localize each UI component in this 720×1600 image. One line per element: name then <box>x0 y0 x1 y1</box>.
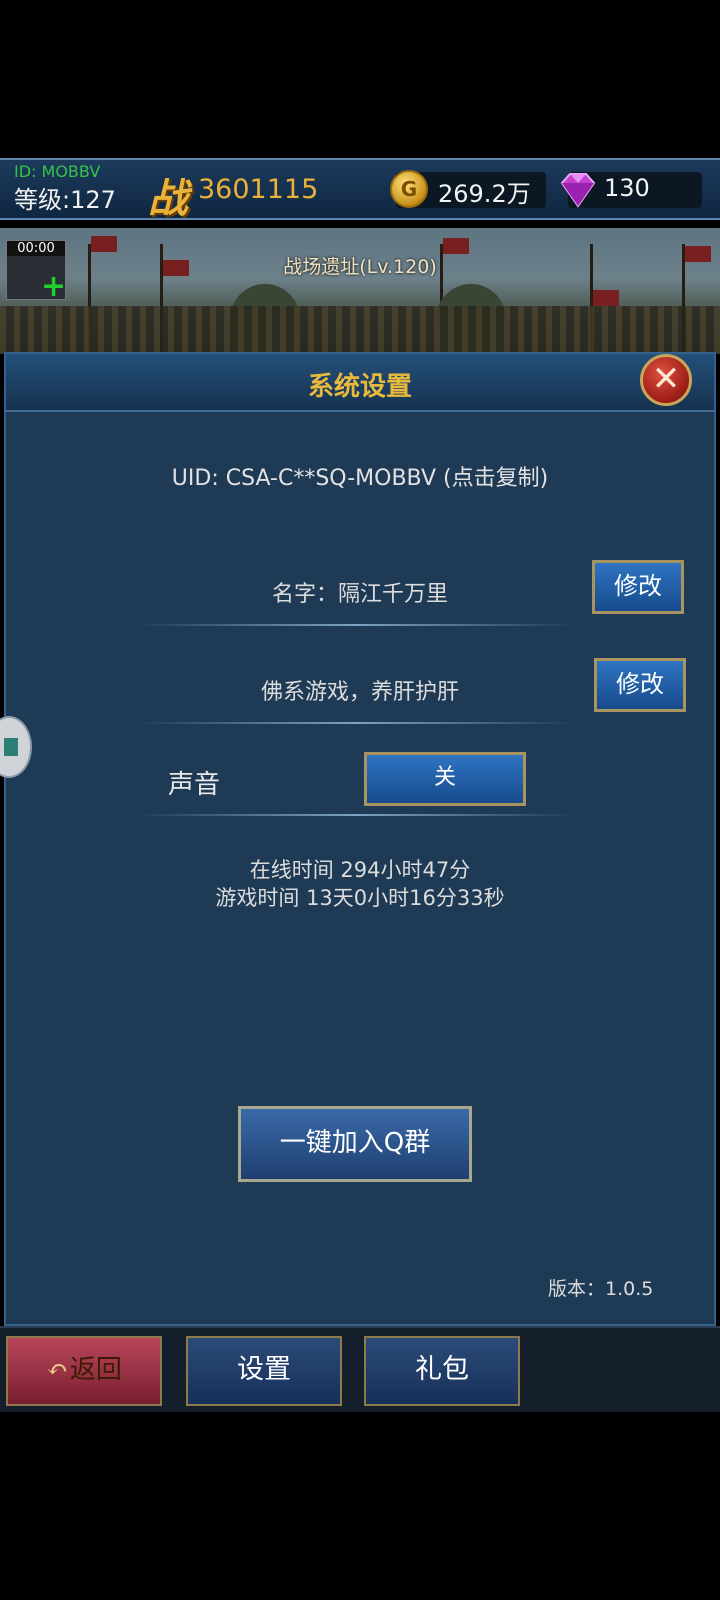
player-level: 等级:127 <box>14 186 116 214</box>
top-status-bar: ID: MOBBV 等级:127 战 3601115 G 269.2万 130 <box>0 158 720 222</box>
divider <box>136 624 576 626</box>
join-qq-group-button[interactable]: 一键加入Q群 <box>238 1106 472 1182</box>
gold-value: 269.2万 <box>438 180 531 208</box>
gift-button[interactable]: 礼包 <box>364 1336 520 1406</box>
back-arrow-icon: ↶ <box>46 1355 68 1385</box>
gem-value: 130 <box>604 174 650 202</box>
online-time: 在线时间 294小时47分 <box>249 858 471 882</box>
game-time: 游戏时间 13天0小时16分33秒 <box>215 886 505 910</box>
divider <box>136 722 576 724</box>
bottom-nav-bar: ↶返回 设置 礼包 <box>0 1326 720 1412</box>
back-button[interactable]: ↶返回 <box>6 1336 162 1406</box>
battlefield-scene: 00:00 + 战场遗址(Lv.120) <box>0 228 720 354</box>
back-label: 返回 <box>69 1355 122 1385</box>
dialog-title: 系统设置 <box>307 372 412 402</box>
diamond-icon <box>560 173 596 208</box>
player-id: ID: MOBBV <box>14 162 101 181</box>
scene-dim-overlay <box>0 228 720 354</box>
gold-coin-icon: G <box>390 170 428 208</box>
divider <box>136 814 576 816</box>
edit-name-button[interactable]: 修改 <box>592 560 684 614</box>
close-button[interactable]: ✕ <box>640 354 692 406</box>
power-value: 3601115 <box>198 174 319 205</box>
version-text: 版本：1.0.5 <box>548 1278 654 1300</box>
book-icon <box>4 738 18 756</box>
power-icon: 战 <box>148 176 188 222</box>
sound-toggle-button[interactable]: 关 <box>364 752 526 806</box>
system-settings-dialog: 系统设置 ✕ UID: CSA-C**SQ-MOBBV (点击复制) 名字：隔江… <box>4 352 716 1326</box>
uid-copy-text[interactable]: UID: CSA-C**SQ-MOBBV (点击复制) <box>6 460 714 492</box>
edit-signature-button[interactable]: 修改 <box>594 658 686 712</box>
sound-label: 声音 <box>168 770 221 800</box>
settings-button[interactable]: 设置 <box>186 1336 342 1406</box>
dialog-header: 系统设置 <box>6 354 714 412</box>
location-name: 战场遗址(Lv.120) <box>283 256 437 278</box>
